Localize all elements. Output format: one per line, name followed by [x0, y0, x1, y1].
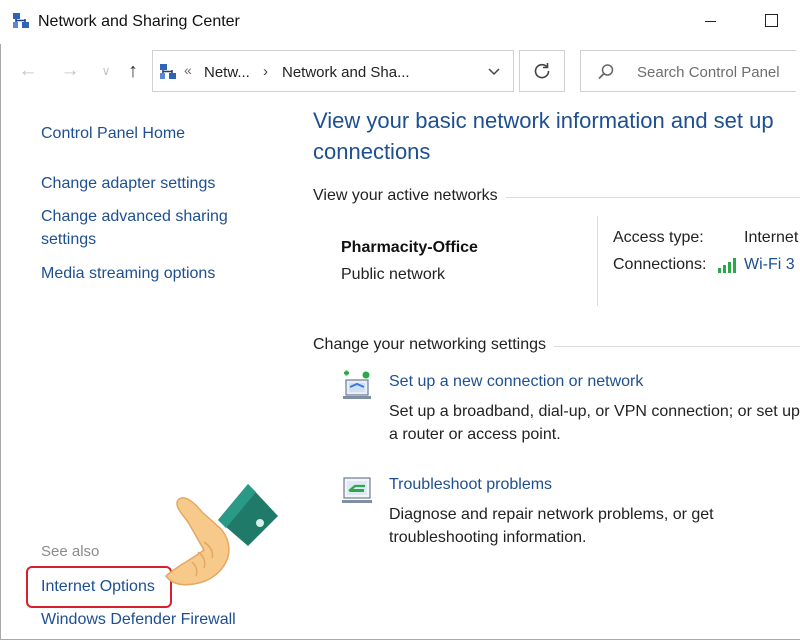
up-arrow-icon[interactable]: ↑ [121, 58, 145, 84]
search-box[interactable]: Search Control Panel [580, 50, 796, 92]
connections-label: Connections: [613, 256, 706, 274]
see-also-heading: See also [41, 543, 99, 560]
title-bar: Network and Sharing Center [0, 0, 800, 44]
network-center-icon [12, 12, 30, 30]
wifi-connection-link[interactable]: Wi-Fi 3 [744, 256, 795, 274]
access-type-value: Internet [744, 229, 798, 247]
active-networks-heading: View your active networks [313, 187, 506, 205]
minimize-button[interactable] [700, 10, 722, 32]
navigation-bar: ← → ∨ ↑ « Netw... › Network and Sha... S… [0, 44, 800, 100]
network-type-link[interactable]: Public network [341, 266, 445, 284]
breadcrumb-network[interactable]: Netw... [204, 64, 250, 81]
change-advanced-sharing-link[interactable]: Change advanced sharing settings [41, 205, 241, 251]
network-name: Pharmacity-Office [341, 239, 478, 257]
chevron-down-icon[interactable] [486, 64, 502, 80]
pointing-hand-icon [160, 480, 280, 590]
access-type-label: Access type: [613, 229, 704, 247]
search-icon [597, 63, 615, 81]
chevron-right-icon[interactable]: › [263, 63, 268, 80]
troubleshoot-problems-description: Diagnose and repair network problems, or… [389, 503, 800, 549]
refresh-button[interactable] [519, 50, 565, 92]
control-panel-home-link[interactable]: Control Panel Home [41, 122, 271, 145]
setup-new-connection-description: Set up a broadband, dial-up, or VPN conn… [389, 400, 800, 446]
search-input[interactable]: Search Control Panel [637, 64, 780, 81]
networking-settings-heading: Change your networking settings [313, 336, 554, 354]
wifi-signal-icon [717, 257, 739, 273]
change-adapter-settings-link[interactable]: Change adapter settings [41, 172, 271, 195]
page-title: View your basic network information and … [313, 105, 793, 167]
network-center-icon [159, 63, 177, 81]
maximize-button[interactable] [758, 8, 784, 34]
refresh-icon [532, 61, 552, 81]
window-title: Network and Sharing Center [38, 13, 240, 31]
windows-defender-firewall-link[interactable]: Windows Defender Firewall [41, 608, 271, 631]
new-connection-icon [340, 370, 374, 402]
setup-new-connection-link[interactable]: Set up a new connection or network [389, 373, 643, 391]
forward-arrow-icon[interactable]: → [58, 58, 82, 84]
address-bar[interactable]: « Netw... › Network and Sha... [152, 50, 514, 92]
breadcrumb-overflow[interactable]: « [184, 62, 192, 78]
main-content: View your basic network information and … [290, 100, 800, 640]
back-arrow-icon[interactable]: ← [16, 58, 40, 84]
troubleshoot-icon [340, 474, 374, 506]
divider [597, 216, 598, 306]
breadcrumb-network-sharing[interactable]: Network and Sha... [282, 64, 410, 81]
media-streaming-options-link[interactable]: Media streaming options [41, 262, 271, 285]
troubleshoot-problems-link[interactable]: Troubleshoot problems [389, 476, 552, 494]
recent-locations-chevron-icon[interactable]: ∨ [94, 58, 118, 84]
